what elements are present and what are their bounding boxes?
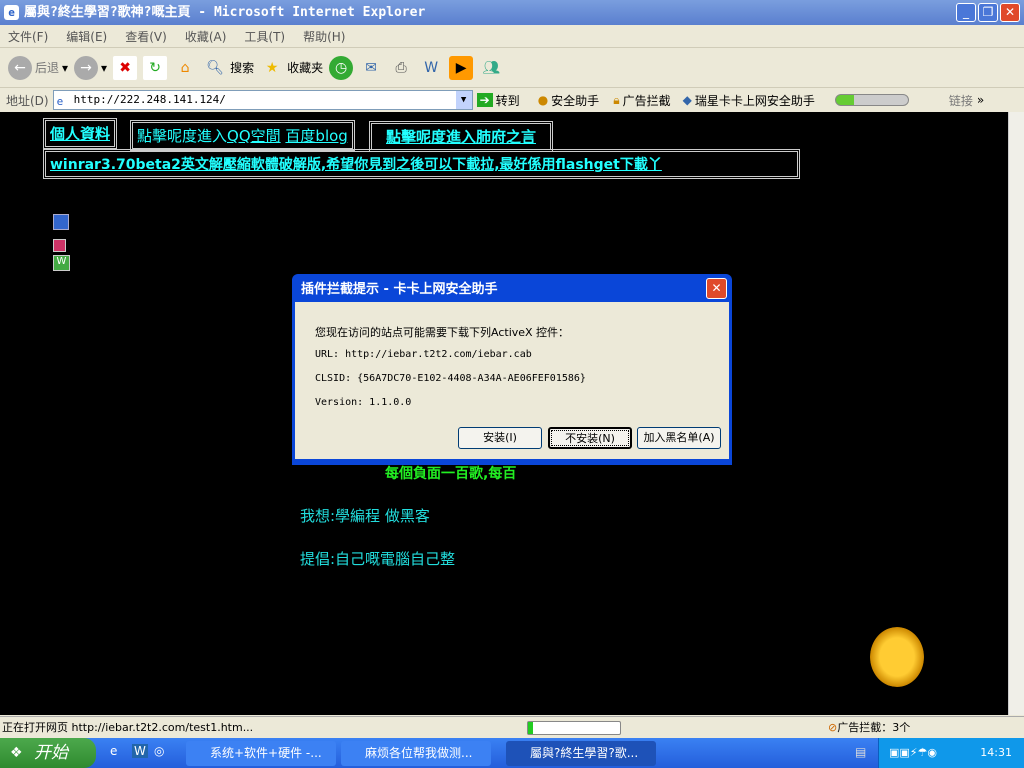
ad-block-icon: ⊘ [828,721,838,734]
taskbar-item-1[interactable]: 系统+软件+硬件 -... [186,741,336,766]
quicklaunch-word-icon[interactable]: W [132,744,148,758]
broken-image-icon [53,239,66,252]
chevron-icon[interactable]: » [977,93,984,107]
mail-icon[interactable]: ✉ [359,56,383,80]
progress-bar [527,721,621,735]
ad-block-button[interactable]: 🔒︎ 广告拦截 [613,92,670,109]
address-input[interactable]: e http://222.248.141.124/▼ [52,90,473,110]
profile-link[interactable]: 個人資料 [50,125,110,143]
search-icon: 🔍︎ [206,59,224,76]
qq-space-link[interactable]: QQ空間 [227,127,281,145]
lungs-box: 點擊呢度進入肺府之言 [369,121,554,152]
menu-edit[interactable]: 编辑(E) [66,28,107,45]
menu-bar: 文件(F) 编辑(E) 查看(V) 收藏(A) 工具(T) 帮助(H) [0,25,1024,48]
dialog-message: 您现在访问的站点可能需要下载下列ActiveX 控件： [315,326,570,339]
system-tray: ▣▣⚡☂◉ 14:31 [878,738,1024,768]
close-button[interactable]: ✕ [1000,3,1020,22]
security-level-meter [834,94,909,106]
back-button[interactable]: ← 后退 ▾ [8,55,68,80]
address-label: 地址(D) [6,93,49,108]
dialog-clsid: CLSID: {56A7DC70-E102-4408-A34A-AE06FEF0… [315,373,586,384]
taskbar: ❖ 开始 e W ◎ 系统+软件+硬件 -... 麻烦各位帮我做测... 屬與?終… [0,738,1024,768]
profile-box: 個人資料 [43,118,118,149]
image-w-icon: W [53,255,70,271]
tray-icons[interactable]: ▣▣⚡☂◉ [889,738,937,768]
dialog-url: URL: http://iebar.t2t2.com/iebar.cab [315,349,532,360]
address-bar: 地址(D) e http://222.248.141.124/▼ ➔ 转到 ● 安全助… [0,88,1024,112]
quicklaunch-ie-icon[interactable]: e [110,744,117,758]
links-button[interactable]: 链接 [949,92,973,109]
favorites-button[interactable]: ★ 收藏夹 [260,56,323,80]
ie-icon: e [4,5,19,20]
calculator-icon[interactable]: ▤ [855,745,866,759]
install-button[interactable]: 安装(I) [458,427,542,449]
toolbar: ← 后退 ▾ → ▾ ✖ ↻ ⌂ 🔍︎ 搜索 ★ 收藏夹 ◷ ✉ ⎙ W ▶ 👥︎ [0,48,1024,88]
print-icon[interactable]: ⎙ [389,56,413,80]
vertical-scrollbar[interactable] [1008,112,1024,715]
image-placeholder-icon [53,214,69,230]
status-text: 正在打开网页 http://iebar.t2t2.com/test1.htm..… [2,721,254,734]
menu-view[interactable]: 查看(V) [125,28,167,45]
stop-icon[interactable]: ✖ [113,55,138,80]
taskbar-item-2[interactable]: 麻烦各位帮我做测... [341,741,491,766]
advocate-text: 提倡:自己嘅電腦自己整 [300,550,456,568]
dont-install-button[interactable]: 不安装(N) [548,427,632,449]
search-button[interactable]: 🔍︎ 搜索 [203,56,254,80]
quicklaunch-outlook-icon[interactable]: ◎ [154,744,164,758]
windows-logo-icon: ❖ [10,745,23,761]
lungs-link[interactable]: 點擊呢度進入肺府之言 [386,128,536,146]
lion-mascot-icon[interactable] [870,627,924,687]
dialog-version: Version: 1.1.0.0 [315,397,412,408]
blacklist-button[interactable]: 加入黑名单(A) [637,427,721,449]
page-icon: e [56,95,64,108]
forward-arrow-icon: → [74,55,99,80]
edit-word-icon[interactable]: W [419,56,443,80]
safety-helper-button[interactable]: ● 安全助手 [538,92,600,109]
address-dropdown[interactable]: ▼ [455,91,472,109]
go-button[interactable]: ➔ 转到 [476,92,520,109]
green-marquee-text: 每個負面一百歌,每百 [385,466,517,482]
media-player-icon[interactable]: ▶ [449,55,474,80]
star-icon: ★ [265,59,279,76]
back-arrow-icon: ← [8,55,32,80]
ad-block-status[interactable]: ⊘广告拦截：3个 [828,717,910,739]
progress-fill [528,722,533,734]
forward-button[interactable]: → ▾ [74,55,107,80]
plugin-block-dialog: 插件拦截提示 - 卡卡上网安全助手 ✕ 您现在访问的站点可能需要下载下列Acti… [292,274,732,465]
tiger-icon: ● [537,93,549,107]
start-button[interactable]: ❖ 开始 [0,738,96,768]
winrar-box: winrar3.70beta2英文解壓縮軟體破解版,希望你見到之後可以下載拉,最… [43,149,800,179]
wish-text: 我想:學編程 做黑客 [300,507,430,525]
taskbar-item-3-active[interactable]: 屬與?終生學習?歌... [506,741,656,766]
home-icon[interactable]: ⌂ [173,56,197,80]
dialog-title: 插件拦截提示 - 卡卡上网安全助手 [301,282,498,297]
lock-icon: 🔒︎ [613,92,620,107]
baidu-blog-link[interactable]: 百度blog [285,127,347,145]
clock: 14:31 [980,746,1012,759]
title-bar: e 屬與?終生學習?歌神?嘅主頁 - Microsoft Internet Ex… [0,0,1024,25]
menu-file[interactable]: 文件(F) [8,28,48,45]
menu-favorites[interactable]: 收藏(A) [185,28,227,45]
rising-kaka-button[interactable]: ◆ 瑞星卡卡上网安全助手 [683,92,815,109]
restore-button[interactable]: ❐ [978,3,998,22]
dialog-close-button[interactable]: ✕ [706,278,727,299]
refresh-icon[interactable]: ↻ [143,55,168,80]
menu-help[interactable]: 帮助(H) [303,28,345,45]
messenger-icon[interactable]: 👥︎ [479,56,503,80]
history-icon[interactable]: ◷ [329,55,354,80]
status-bar: 正在打开网页 http://iebar.t2t2.com/test1.htm..… [0,716,1024,738]
menu-tools[interactable]: 工具(T) [244,28,285,45]
go-arrow-icon: ➔ [476,93,493,107]
winrar-download-link[interactable]: winrar3.70beta2英文解壓縮軟體破解版,希望你見到之後可以下載拉,最… [50,157,662,173]
window-title: 屬與?終生學習?歌神?嘅主頁 - Microsoft Internet Expl… [24,5,426,20]
qq-box: 點擊呢度進入QQ空間 百度blog [130,120,355,151]
shield-icon: ◆ [682,93,692,107]
minimize-button[interactable]: _ [956,3,976,22]
